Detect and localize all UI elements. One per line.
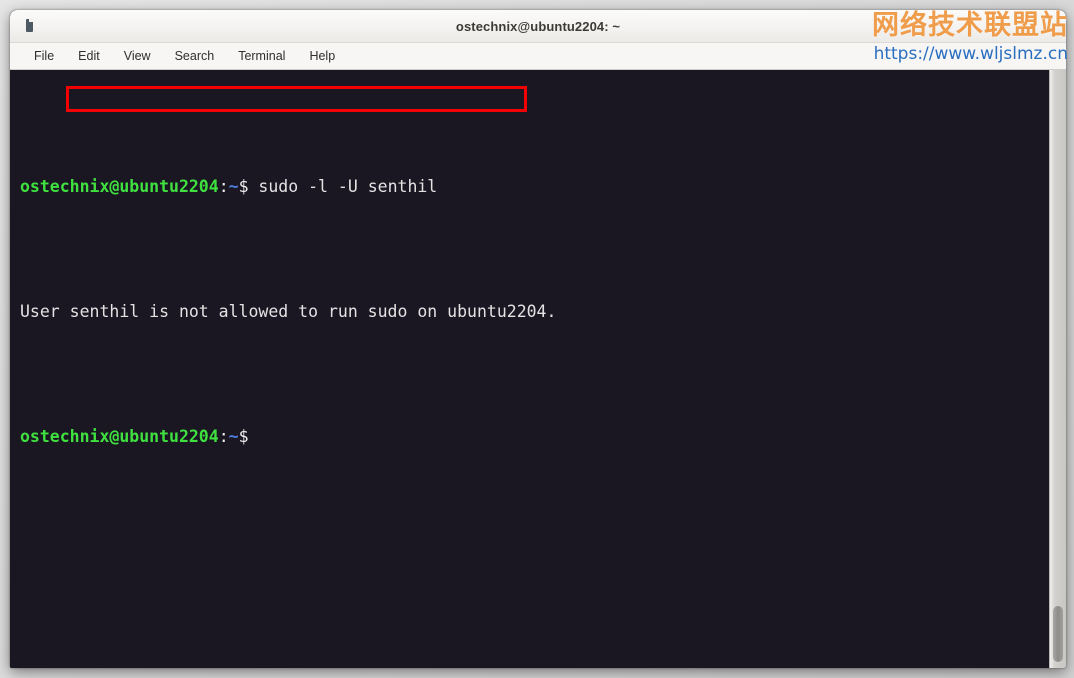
- terminal-icon: [26, 18, 33, 32]
- terminal-line-prompt: ostechnix@ubuntu2204:~$: [20, 424, 1049, 449]
- scrollbar-thumb[interactable]: [1053, 606, 1063, 662]
- prompt-colon: :: [218, 427, 229, 446]
- terminal-line-command: ostechnix@ubuntu2204:~$ sudo -l -U senth…: [20, 174, 1049, 199]
- prompt-sigil: $: [238, 177, 249, 196]
- prompt-sigil: $: [238, 427, 249, 446]
- output-text: User senthil is not allowed to run sudo …: [20, 302, 557, 321]
- menu-item-search[interactable]: Search: [165, 47, 225, 66]
- menu-item-terminal[interactable]: Terminal: [228, 47, 295, 66]
- red-annotation-box: [66, 86, 527, 112]
- terminal-window: ostechnix@ubuntu2204: ~ File Edit View S…: [10, 10, 1066, 668]
- command-text: sudo -l -U senthil: [248, 177, 438, 196]
- menu-item-view[interactable]: View: [114, 47, 161, 66]
- desktop-background: ostechnix@ubuntu2204: ~ File Edit View S…: [0, 0, 1074, 678]
- terminal-scrollbar[interactable]: [1049, 70, 1066, 668]
- prompt-path: ~: [228, 177, 239, 196]
- window-title: ostechnix@ubuntu2204: ~: [455, 18, 621, 34]
- menu-item-help[interactable]: Help: [299, 47, 345, 66]
- menu-item-edit[interactable]: Edit: [68, 47, 110, 66]
- prompt-path: ~: [228, 427, 239, 446]
- terminal-body[interactable]: ostechnix@ubuntu2204:~$ sudo -l -U senth…: [10, 70, 1066, 668]
- title-bar[interactable]: ostechnix@ubuntu2204: ~: [10, 10, 1066, 43]
- menu-bar: File Edit View Search Terminal Help: [10, 43, 1066, 70]
- prompt-user-host: ostechnix@ubuntu2204: [20, 427, 219, 446]
- prompt-user-host: ostechnix@ubuntu2204: [20, 177, 219, 196]
- terminal-line-output: User senthil is not allowed to run sudo …: [20, 299, 1049, 324]
- menu-item-file[interactable]: File: [24, 47, 64, 66]
- terminal-screen[interactable]: ostechnix@ubuntu2204:~$ sudo -l -U senth…: [10, 70, 1049, 668]
- prompt-colon: :: [218, 177, 229, 196]
